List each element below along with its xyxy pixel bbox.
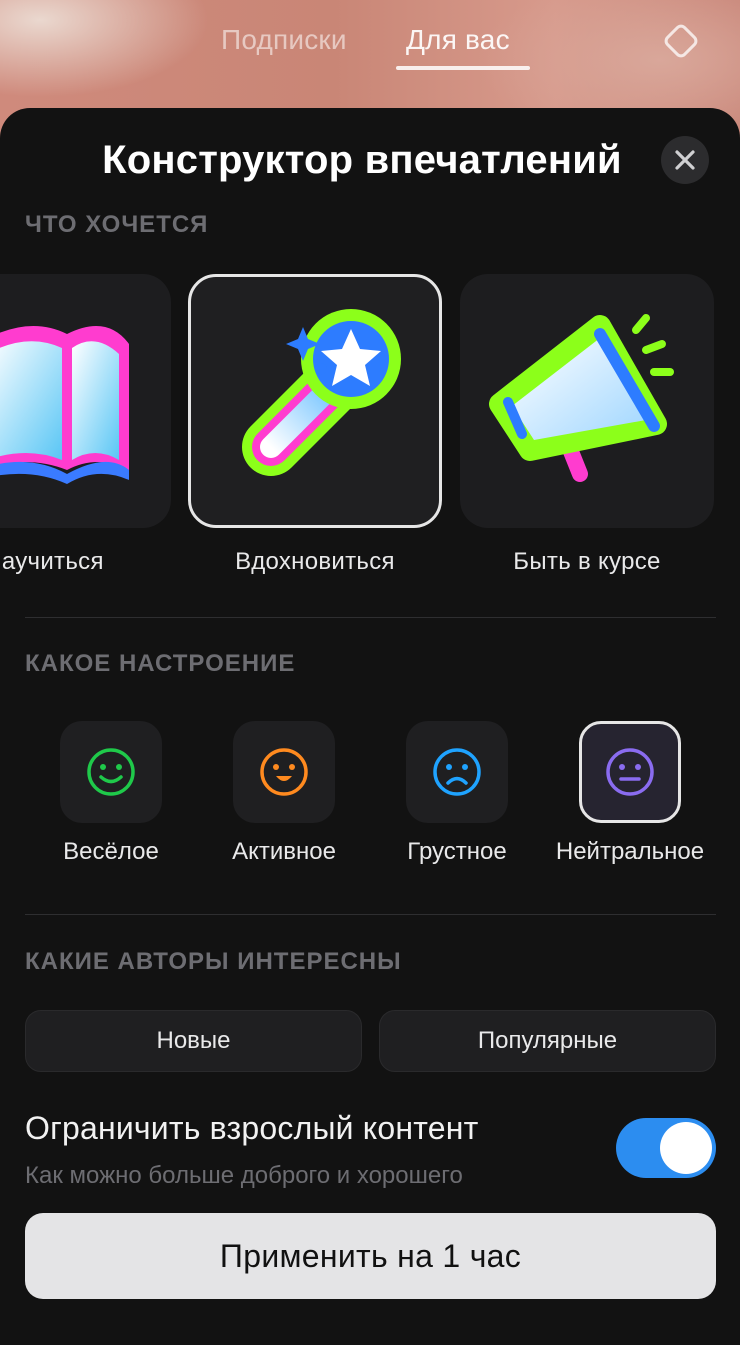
active-tab-indicator [396, 66, 530, 70]
happy-face-icon [87, 748, 135, 796]
megaphone-icon [489, 314, 674, 482]
want-card-inspire[interactable] [188, 274, 442, 528]
impressions-constructor-sheet: Конструктор впечатлений ЧТО ХОЧЕТСЯ Науч… [0, 108, 740, 1345]
close-icon [675, 150, 695, 170]
section-label-authors: КАКИЕ АВТОРЫ ИНТЕРЕСНЫ [25, 948, 402, 975]
mood-label-active: Активное [232, 838, 336, 865]
book-icon [0, 326, 129, 484]
mood-label-neutral: Нейтральное [555, 838, 705, 865]
top-bar: Подписки Для вас [0, 0, 740, 108]
mood-button-neutral[interactable] [579, 721, 681, 823]
want-card-keep-up[interactable] [460, 274, 714, 528]
want-card-learn[interactable] [0, 274, 171, 528]
divider [25, 617, 716, 618]
mood-button-sad[interactable] [406, 721, 508, 823]
mood-label-happy: Весёлое [63, 838, 159, 865]
authors-option-new[interactable]: Новые [25, 1010, 362, 1072]
mood-button-active[interactable] [233, 721, 335, 823]
section-label-wants: ЧТО ХОЧЕТСЯ [25, 211, 209, 238]
restrict-adult-toggle[interactable] [616, 1118, 716, 1178]
restrict-adult-title: Ограничить взрослый контент [25, 1110, 479, 1146]
tab-subscriptions[interactable]: Подписки [221, 24, 347, 56]
apply-button[interactable]: Применить на 1 час [25, 1213, 716, 1299]
mood-button-happy[interactable] [60, 721, 162, 823]
excited-face-icon [260, 748, 308, 796]
section-label-mood: КАКОЕ НАСТРОЕНИЕ [25, 650, 296, 677]
want-label-learn: Научиться [0, 548, 104, 575]
divider [25, 914, 716, 915]
want-label-inspire: Вдохновиться [235, 548, 395, 575]
diamond-icon[interactable] [660, 20, 702, 62]
want-label-keep-up: Быть в курсе [513, 548, 661, 575]
magic-wand-icon [242, 309, 401, 476]
close-button[interactable] [661, 136, 709, 184]
neutral-face-icon [606, 748, 654, 796]
sheet-title: Конструктор впечатлений [102, 138, 622, 182]
tab-for-you[interactable]: Для вас [406, 24, 510, 56]
authors-option-popular[interactable]: Популярные [379, 1010, 716, 1072]
sad-face-icon [433, 748, 481, 796]
restrict-adult-subtitle: Как можно больше доброго и хорошего [25, 1162, 463, 1189]
mood-label-sad: Грустное [407, 838, 507, 865]
toggle-knob [660, 1122, 712, 1174]
